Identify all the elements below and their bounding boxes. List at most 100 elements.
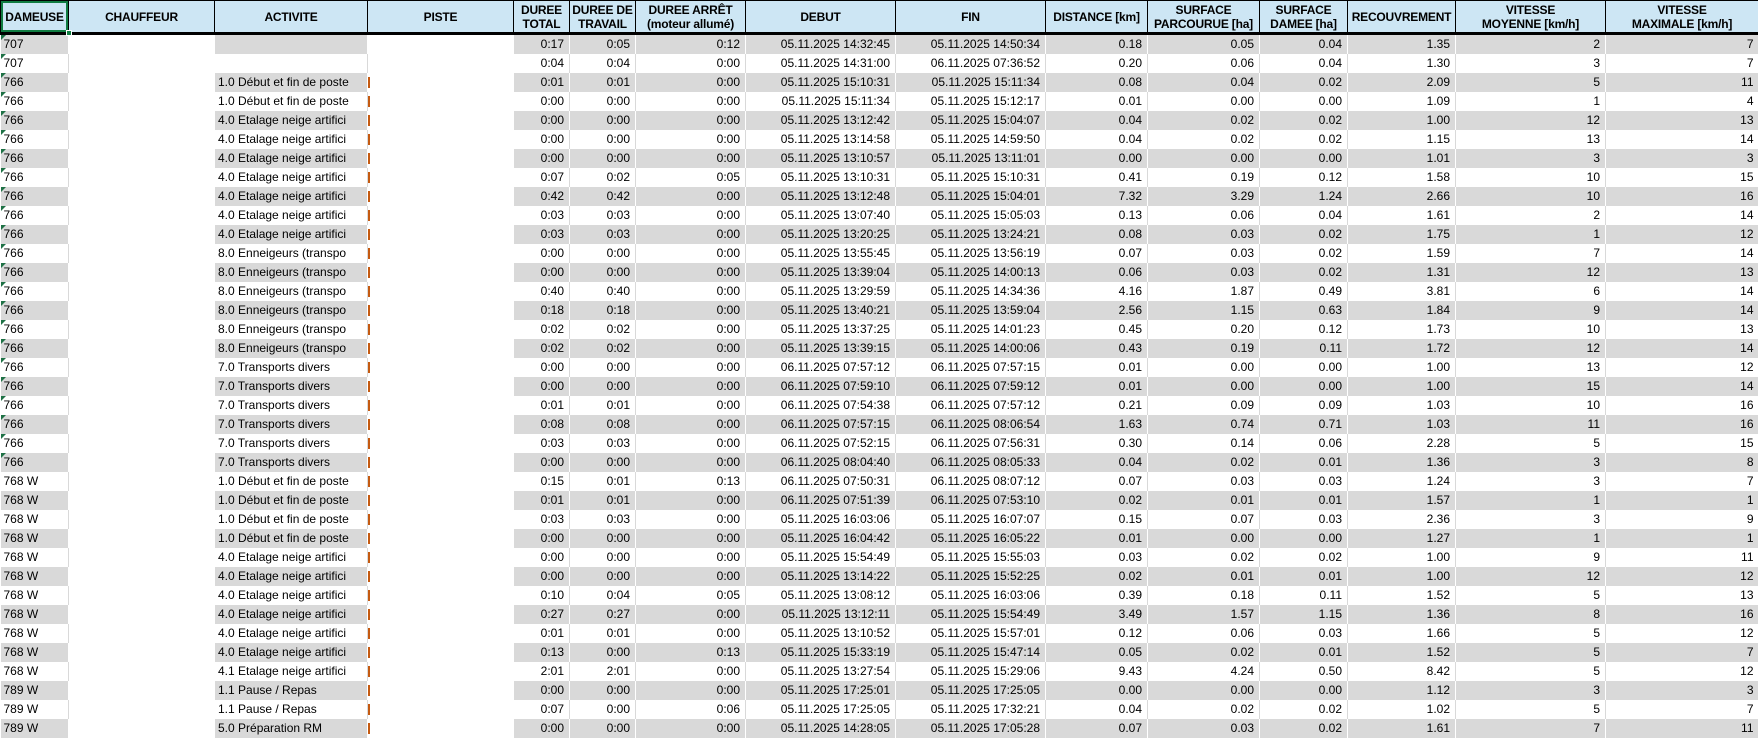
cell-debut[interactable]: 05.11.2025 16:04:42 [746,529,896,548]
cell-vitesse_maximale[interactable]: 7 [1606,643,1758,662]
cell-distance_km[interactable]: 0.04 [1046,130,1148,149]
cell-activite[interactable]: 1.0 Début et fin de poste [215,73,368,92]
cell-duree_total[interactable]: 0:00 [514,681,570,700]
cell-piste[interactable] [368,149,514,168]
cell-duree_de_travail[interactable]: 0:00 [570,453,636,472]
cell-surface_parcourue[interactable]: 0.19 [1148,339,1260,358]
cell-fin[interactable]: 05.11.2025 17:25:05 [896,681,1046,700]
cell-surface_parcourue[interactable]: 0.03 [1148,225,1260,244]
cell-vitesse_moyenne[interactable]: 13 [1456,130,1606,149]
cell-duree_total[interactable]: 0:07 [514,168,570,187]
cell-chauffeur[interactable] [69,700,215,719]
cell-piste[interactable] [368,643,514,662]
cell-debut[interactable]: 05.11.2025 17:25:01 [746,681,896,700]
cell-distance_km[interactable]: 0.00 [1046,681,1148,700]
cell-duree_total[interactable]: 0:00 [514,92,570,111]
cell-vitesse_moyenne[interactable]: 5 [1456,624,1606,643]
cell-debut[interactable]: 05.11.2025 13:10:57 [746,149,896,168]
cell-duree_arret[interactable]: 0:00 [636,358,746,377]
cell-distance_km[interactable]: 0.08 [1046,73,1148,92]
cell-chauffeur[interactable] [69,54,215,73]
cell-duree_de_travail[interactable]: 0:05 [570,34,636,55]
cell-surface_parcourue[interactable]: 0.19 [1148,168,1260,187]
cell-duree_total[interactable]: 0:03 [514,510,570,529]
cell-vitesse_moyenne[interactable]: 5 [1456,643,1606,662]
cell-duree_arret[interactable]: 0:00 [636,662,746,681]
cell-vitesse_moyenne[interactable]: 3 [1456,453,1606,472]
cell-vitesse_maximale[interactable]: 13 [1606,111,1758,130]
cell-vitesse_moyenne[interactable]: 12 [1456,567,1606,586]
cell-chauffeur[interactable] [69,453,215,472]
cell-recouvrement[interactable]: 1.35 [1348,34,1456,55]
cell-surface_parcourue[interactable]: 0.18 [1148,586,1260,605]
cell-dameuse[interactable]: 768 W [1,548,69,567]
cell-piste[interactable] [368,54,514,73]
cell-surface_damee[interactable]: 0.02 [1260,548,1348,567]
cell-activite[interactable]: 1.0 Début et fin de poste [215,92,368,111]
cell-duree_de_travail[interactable]: 2:01 [570,662,636,681]
cell-debut[interactable]: 05.11.2025 13:27:54 [746,662,896,681]
cell-distance_km[interactable]: 0.07 [1046,244,1148,263]
cell-vitesse_moyenne[interactable]: 3 [1456,149,1606,168]
col-header-fin[interactable]: FIN [896,1,1046,34]
col-header-chauffeur[interactable]: CHAUFFEUR [69,1,215,34]
cell-vitesse_maximale[interactable]: 14 [1606,206,1758,225]
col-header-distance_km[interactable]: DISTANCE [km] [1046,1,1148,34]
cell-vitesse_maximale[interactable]: 11 [1606,719,1758,738]
cell-duree_arret[interactable]: 0:00 [636,282,746,301]
cell-vitesse_maximale[interactable]: 12 [1606,358,1758,377]
cell-vitesse_maximale[interactable]: 15 [1606,168,1758,187]
cell-duree_arret[interactable]: 0:06 [636,700,746,719]
cell-chauffeur[interactable] [69,548,215,567]
cell-piste[interactable] [368,339,514,358]
cell-piste[interactable] [368,453,514,472]
cell-debut[interactable]: 05.11.2025 17:25:05 [746,700,896,719]
cell-chauffeur[interactable] [69,358,215,377]
col-header-dameuse[interactable]: DAMEUSE [1,1,69,34]
cell-chauffeur[interactable] [69,605,215,624]
cell-chauffeur[interactable] [69,225,215,244]
cell-vitesse_maximale[interactable]: 16 [1606,187,1758,206]
cell-recouvrement[interactable]: 1.72 [1348,339,1456,358]
cell-recouvrement[interactable]: 1.52 [1348,586,1456,605]
cell-chauffeur[interactable] [69,472,215,491]
cell-duree_de_travail[interactable]: 0:02 [570,320,636,339]
cell-debut[interactable]: 05.11.2025 15:10:31 [746,73,896,92]
cell-activite[interactable]: 8.0 Enneigeurs (transpo [215,320,368,339]
cell-duree_de_travail[interactable]: 0:40 [570,282,636,301]
cell-distance_km[interactable]: 0.13 [1046,206,1148,225]
cell-debut[interactable]: 05.11.2025 14:28:05 [746,719,896,738]
cell-recouvrement[interactable]: 1.30 [1348,54,1456,73]
cell-fin[interactable]: 05.11.2025 13:56:19 [896,244,1046,263]
cell-debut[interactable]: 05.11.2025 13:37:25 [746,320,896,339]
cell-surface_parcourue[interactable]: 0.02 [1148,700,1260,719]
cell-surface_damee[interactable]: 0.03 [1260,510,1348,529]
cell-dameuse[interactable]: 768 W [1,605,69,624]
cell-surface_damee[interactable]: 0.01 [1260,491,1348,510]
cell-duree_arret[interactable]: 0:00 [636,548,746,567]
cell-vitesse_moyenne[interactable]: 10 [1456,187,1606,206]
cell-dameuse[interactable]: 766 [1,168,69,187]
cell-vitesse_moyenne[interactable]: 1 [1456,92,1606,111]
col-header-debut[interactable]: DEBUT [746,1,896,34]
cell-distance_km[interactable]: 0.41 [1046,168,1148,187]
cell-surface_damee[interactable]: 0.09 [1260,396,1348,415]
cell-chauffeur[interactable] [69,168,215,187]
cell-distance_km[interactable]: 0.39 [1046,586,1148,605]
cell-vitesse_maximale[interactable]: 7 [1606,34,1758,55]
cell-dameuse[interactable]: 766 [1,415,69,434]
cell-vitesse_moyenne[interactable]: 9 [1456,301,1606,320]
cell-recouvrement[interactable]: 1.57 [1348,491,1456,510]
cell-duree_arret[interactable]: 0:00 [636,263,746,282]
cell-dameuse[interactable]: 789 W [1,719,69,738]
cell-duree_total[interactable]: 0:01 [514,73,570,92]
cell-fin[interactable]: 05.11.2025 15:11:34 [896,73,1046,92]
cell-chauffeur[interactable] [69,187,215,206]
cell-dameuse[interactable]: 766 [1,225,69,244]
cell-duree_de_travail[interactable]: 0:27 [570,605,636,624]
cell-fin[interactable]: 05.11.2025 13:11:01 [896,149,1046,168]
cell-activite[interactable]: 1.0 Début et fin de poste [215,510,368,529]
cell-vitesse_moyenne[interactable]: 10 [1456,396,1606,415]
cell-dameuse[interactable]: 766 [1,130,69,149]
cell-fin[interactable]: 05.11.2025 16:07:07 [896,510,1046,529]
